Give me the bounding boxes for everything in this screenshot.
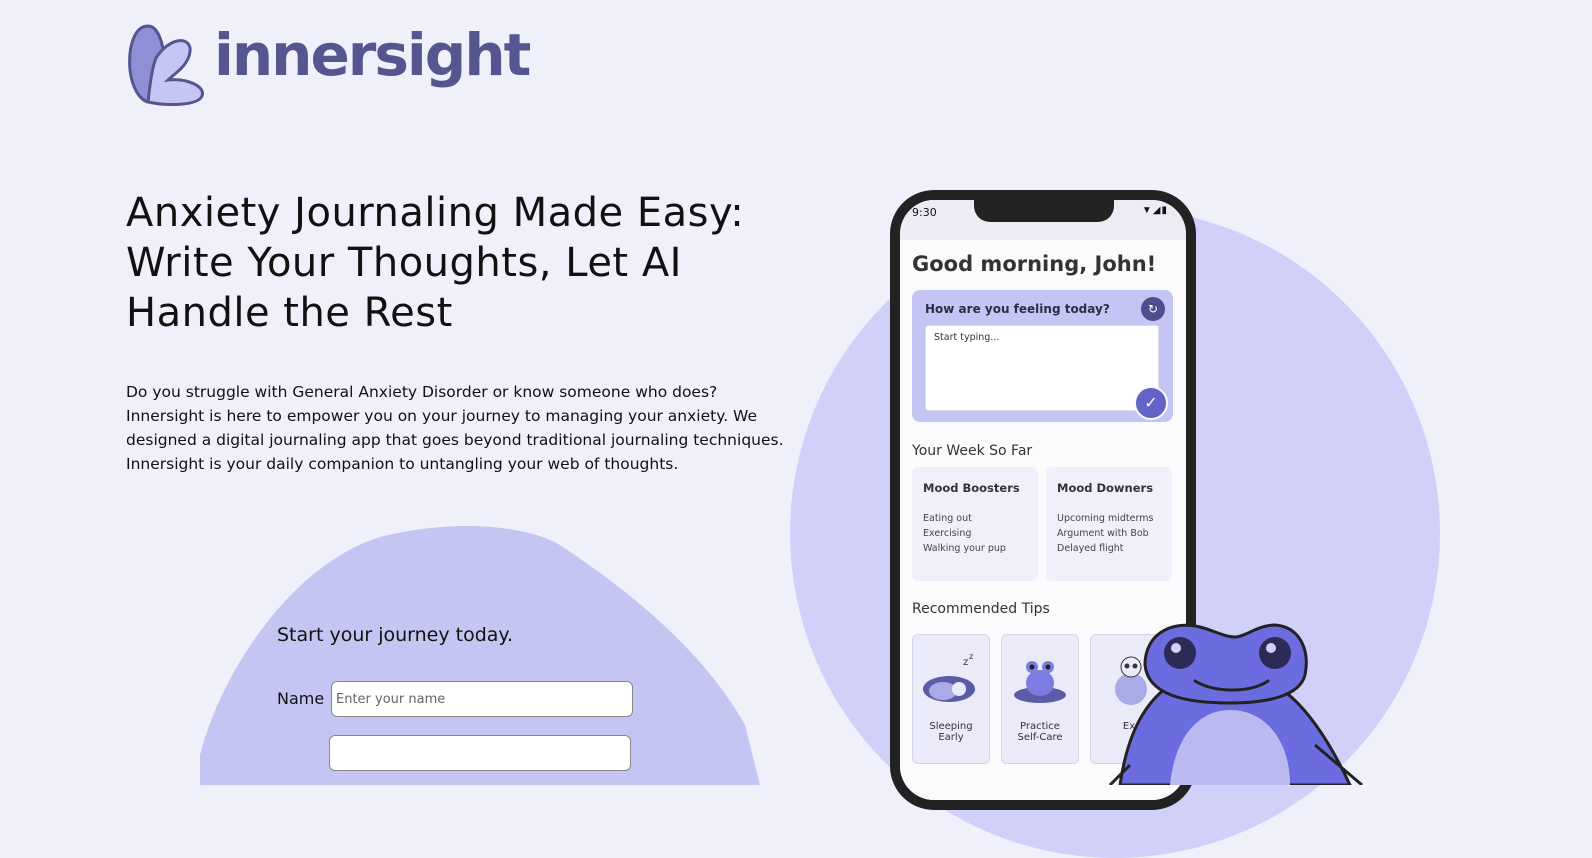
mood-boosters-card: Mood Boosters Eating out Exercising Walk… <box>912 467 1038 581</box>
refresh-icon[interactable]: ↻ <box>1141 297 1165 321</box>
butterfly-logo-icon <box>128 24 204 106</box>
frog-mascot-icon <box>1108 623 1363 785</box>
tips-heading: Recommended Tips <box>912 601 1050 617</box>
tip-label: Sleeping Early <box>913 721 989 743</box>
list-item: Argument with Bob <box>1057 528 1149 539</box>
tip-label-line: Practice <box>1020 721 1060 732</box>
check-icon[interactable]: ✓ <box>1134 386 1168 420</box>
tip-card-self-care[interactable]: Practice Self-Care <box>1001 634 1079 764</box>
mood-downers-title: Mood Downers <box>1057 481 1154 495</box>
feeling-card: How are you feeling today? ↻ Start typin… <box>912 290 1173 422</box>
greeting: Good morning, John! <box>912 252 1157 276</box>
hero-headline: Anxiety Journaling Made Easy: Write Your… <box>126 188 806 338</box>
phone-notch <box>974 200 1114 222</box>
headline-line: Anxiety Journaling Made Easy: <box>126 190 745 236</box>
tip-card-sleeping[interactable]: z z Sleeping Early <box>912 634 990 764</box>
list-item: Exercising <box>923 528 972 539</box>
meditating-frog-icon <box>1014 661 1066 703</box>
mood-downers-list: Upcoming midterms Argument with Bob Dela… <box>1057 511 1153 556</box>
list-item: Upcoming midterms <box>1057 513 1154 524</box>
svg-text:z: z <box>969 652 973 661</box>
intro-line: Do you struggle with General Anxiety Dis… <box>126 383 718 401</box>
status-time: 9:30 <box>912 206 937 219</box>
tip-label-line: Sleeping <box>929 721 973 732</box>
intro-line: designed a digital journaling app that g… <box>126 431 784 449</box>
headline-line: Write Your Thoughts, Let AI <box>126 240 682 286</box>
svg-text:z: z <box>963 657 968 668</box>
week-heading: Your Week So Far <box>912 443 1033 459</box>
intro-line: Innersight is here to empower you on you… <box>126 407 757 425</box>
feeling-input[interactable]: Start typing... <box>925 325 1159 411</box>
list-item: Walking your pup <box>923 543 1006 554</box>
mood-boosters-list: Eating out Exercising Walking your pup <box>923 511 1006 556</box>
tip-label-line: Self-Care <box>1017 732 1063 743</box>
list-item: Delayed flight <box>1057 543 1124 554</box>
feeling-question: How are you feeling today? <box>925 302 1110 316</box>
name-input[interactable] <box>331 681 633 717</box>
brand-wordmark: innersight <box>214 21 531 89</box>
list-item: Eating out <box>923 513 972 524</box>
mood-boosters-title: Mood Boosters <box>923 481 1020 495</box>
innersight-logo[interactable]: innersight <box>126 18 531 108</box>
signup-title: Start your journey today. <box>277 624 514 646</box>
hero-intro: Do you struggle with General Anxiety Dis… <box>126 380 796 476</box>
signal-battery-icon: ▼◢▮ <box>1141 205 1168 216</box>
mood-downers-card: Mood Downers Upcoming midterms Argument … <box>1046 467 1172 581</box>
tip-label: Practice Self-Care <box>1002 721 1078 743</box>
intro-line: Innersight is your daily companion to un… <box>126 455 679 473</box>
tip-label-line: Early <box>938 732 964 743</box>
name-label: Name <box>277 689 325 708</box>
headline-line: Handle the Rest <box>126 290 453 336</box>
sleeping-cat-icon: z z <box>923 652 975 702</box>
email-field[interactable] <box>329 735 631 771</box>
